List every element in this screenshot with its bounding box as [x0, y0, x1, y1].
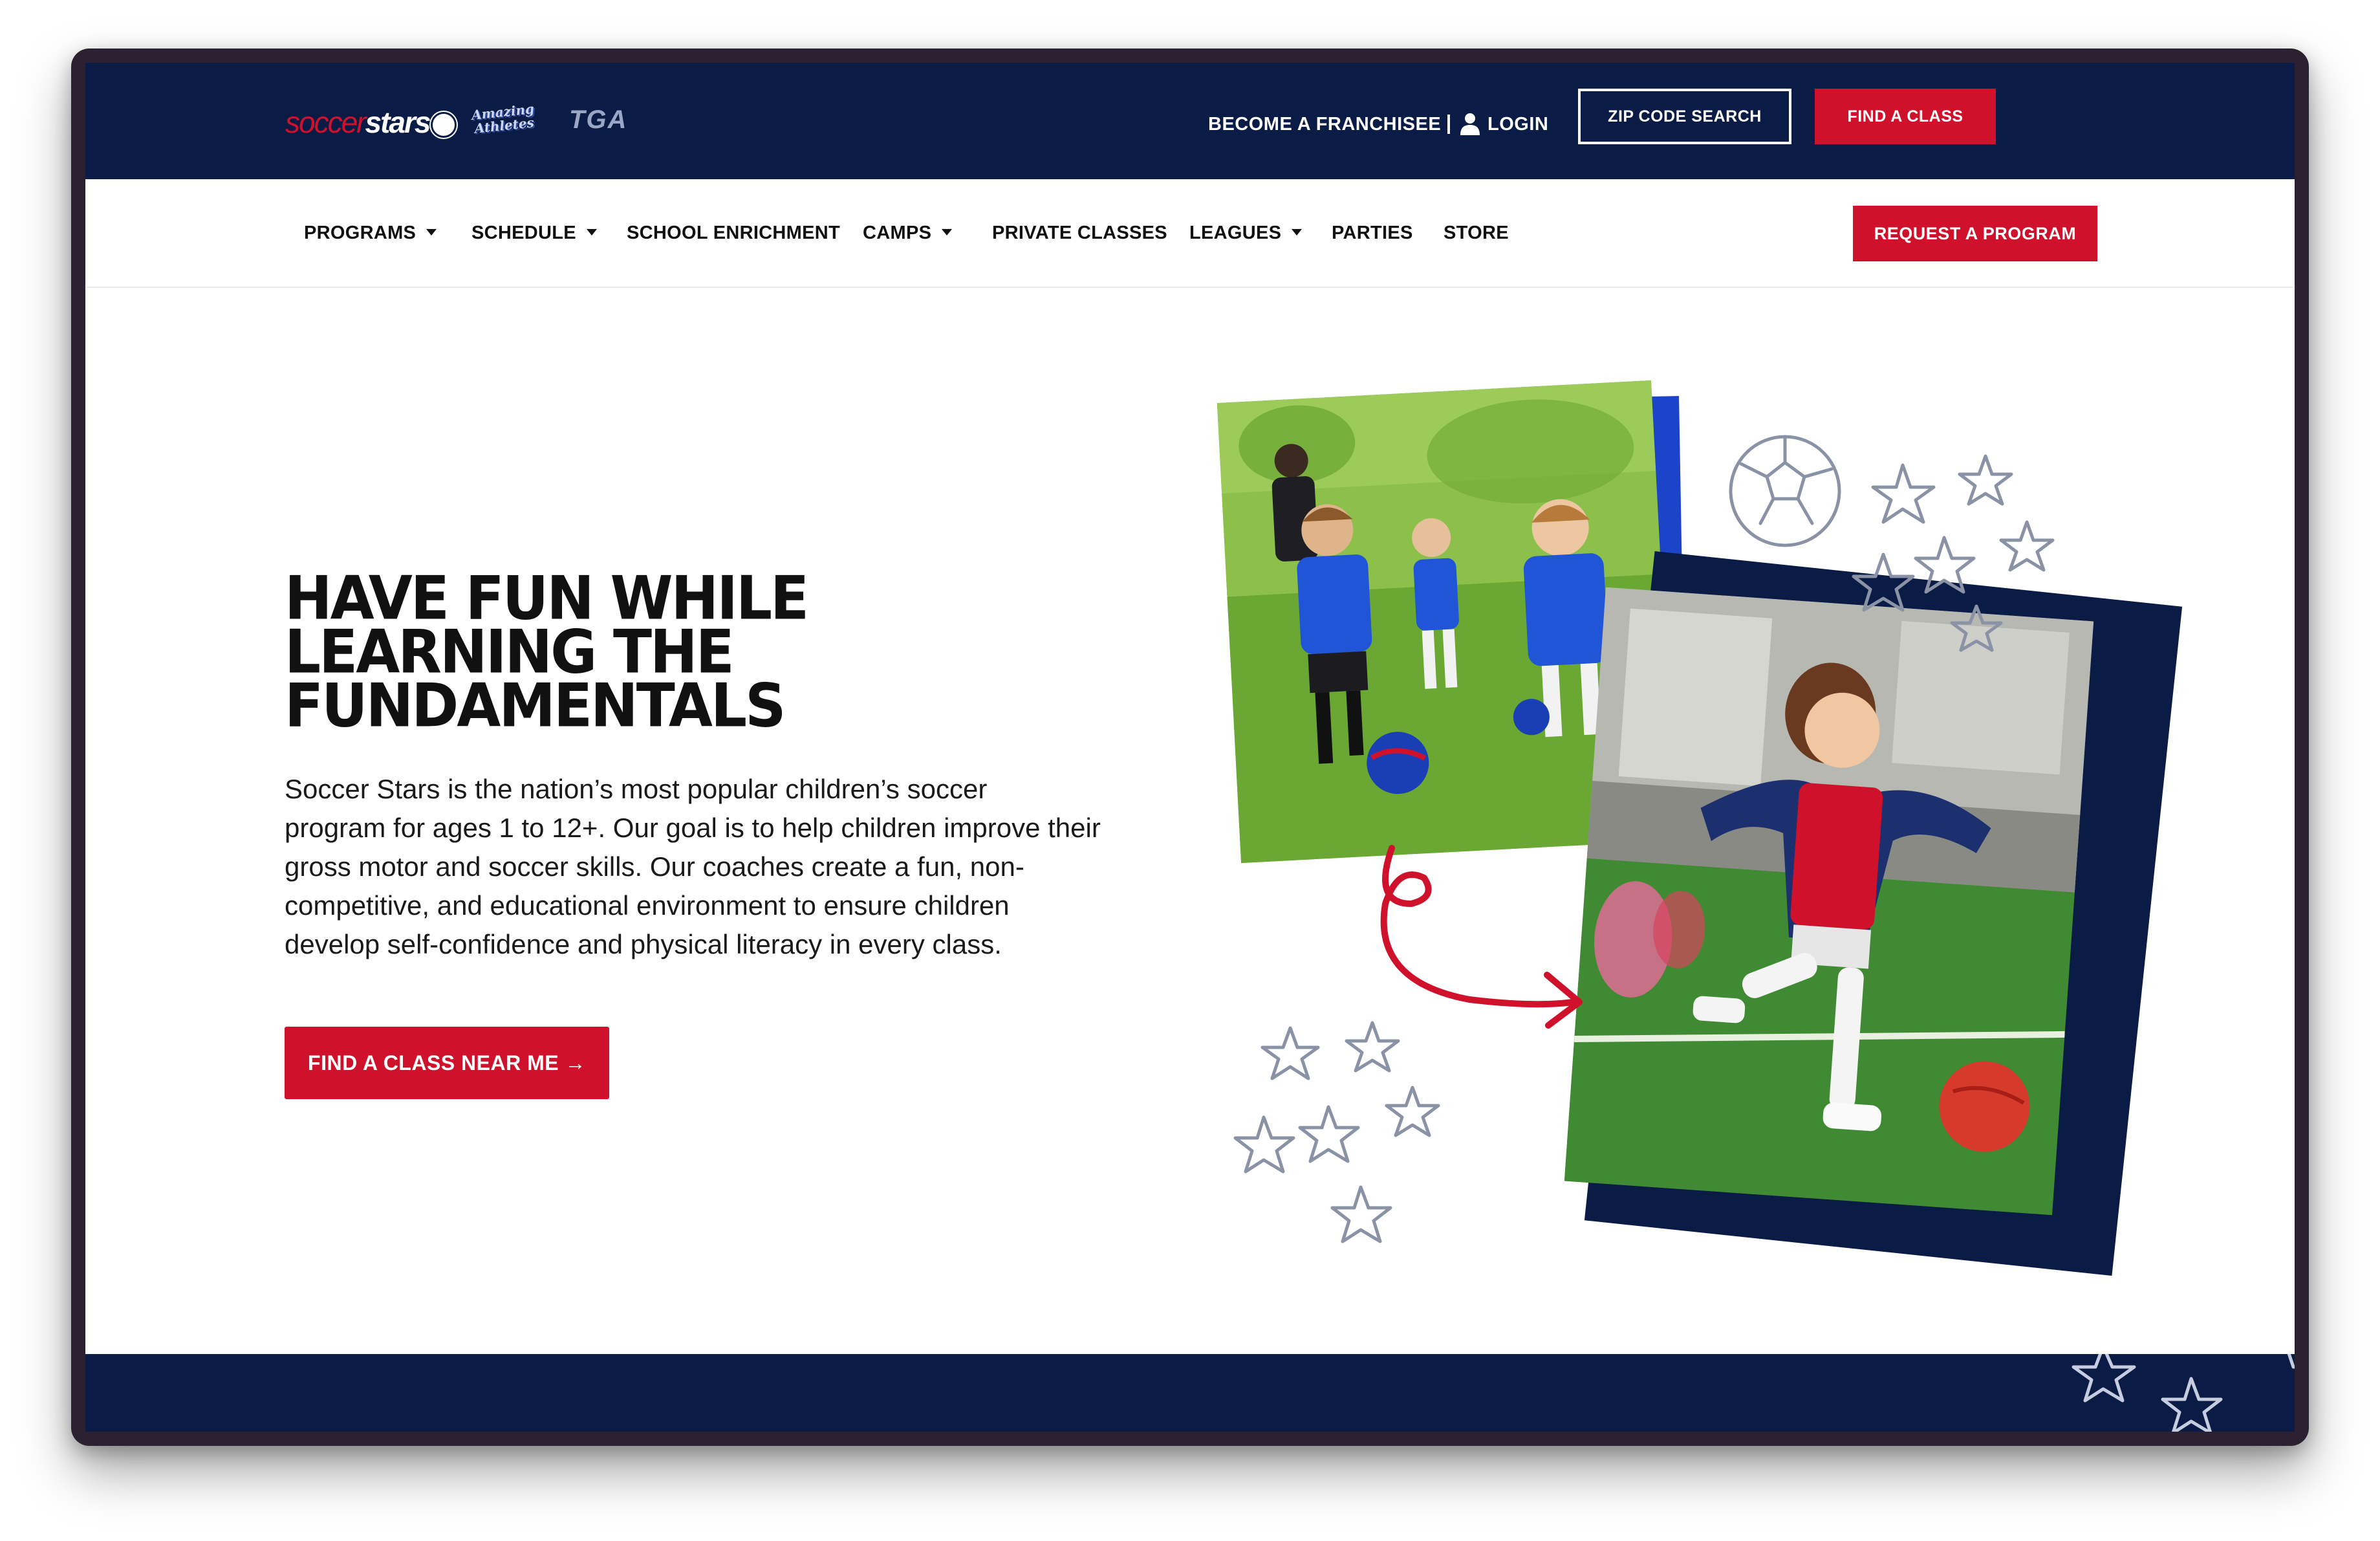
nav-item-label: LEAGUES: [1189, 223, 1282, 243]
footer-star-doodles: [2072, 1344, 2295, 1432]
browser-viewport: soccerstars Amazing Athletes TGA BECOME …: [85, 63, 2295, 1432]
logo-text-soccer: soccer: [285, 105, 366, 139]
chevron-down-icon: [1292, 229, 1303, 236]
star-doodle-icon: [1999, 520, 2055, 572]
girl-soccer-illustration: [1564, 587, 2094, 1216]
soccer-stars-logo[interactable]: soccerstars: [285, 105, 457, 144]
find-class-near-me-button[interactable]: FIND A CLASS NEAR ME →: [285, 1027, 609, 1099]
nav-item-programs[interactable]: PROGRAMS: [304, 179, 437, 287]
description-line: program for ages 1 to 12+. Our goal is t…: [285, 813, 1101, 843]
nav-item-leagues[interactable]: LEAGUES: [1189, 179, 1303, 287]
chevron-down-icon: [942, 229, 953, 236]
soccer-ball-doodle-icon: [1729, 435, 1841, 547]
logo-ball-icon: [431, 111, 457, 138]
chevron-down-icon: [586, 229, 597, 236]
top-link-divider: [1447, 115, 1450, 134]
nav-item-schedule[interactable]: SCHEDULE: [471, 179, 597, 287]
amazing-athletes-logo[interactable]: Amazing Athletes: [467, 101, 541, 141]
footer-band: [85, 1344, 2295, 1432]
nav-item-private-classes[interactable]: PRIVATE CLASSES: [992, 179, 1167, 287]
nav-item-parties[interactable]: PARTIES: [1332, 179, 1413, 287]
headline-line: FUNDAMENTALS: [285, 670, 786, 741]
tga-logo[interactable]: TGA: [569, 105, 627, 138]
nav-item-label: CAMPS: [863, 223, 932, 243]
hero-headline: HAVE FUN WHILE LEARNING THE FUNDAMENTALS: [285, 568, 996, 741]
hero-description: Soccer Stars is the nation’s most popula…: [285, 770, 1177, 964]
description-line: develop self-confidence and physical lit…: [285, 929, 1002, 959]
login-link[interactable]: LOGIN: [1488, 108, 1548, 140]
chevron-down-icon: [426, 229, 437, 236]
logo-text-stars: stars: [365, 105, 431, 139]
nav-item-school-enrichment[interactable]: SCHOOL ENRICHMENT: [627, 179, 840, 287]
nav-item-label: PARTIES: [1332, 223, 1413, 243]
description-line: gross motor and soccer skills. Our coach…: [285, 851, 1024, 882]
user-icon: [1460, 113, 1480, 135]
nav-item-camps[interactable]: CAMPS: [863, 179, 953, 287]
description-line: competitive, and educational environment…: [285, 890, 1010, 921]
nav-item-label: PRIVATE CLASSES: [992, 223, 1167, 243]
top-bar: soccerstars Amazing Athletes TGA BECOME …: [85, 63, 2295, 179]
star-doodle-icon: [1260, 1026, 1320, 1080]
star-doodle-icon: [1233, 1115, 1295, 1174]
become-franchisee-link[interactable]: BECOME A FRANCHISEE: [1208, 108, 1441, 140]
zip-code-search-button[interactable]: ZIP CODE SEARCH: [1578, 89, 1791, 144]
star-doodle-icon: [1958, 454, 2013, 506]
description-line: Soccer Stars is the nation’s most popula…: [285, 774, 988, 804]
star-doodle-icon: [1385, 1086, 1440, 1137]
nav-item-label: PROGRAMS: [304, 223, 416, 243]
star-doodle-icon: [1345, 1021, 1400, 1073]
curly-arrow-icon: [1380, 845, 1583, 1029]
nav-item-label: SCHEDULE: [471, 223, 576, 243]
nav-item-label: SCHOOL ENRICHMENT: [627, 223, 841, 243]
girl-soccer-photo: [1564, 587, 2094, 1216]
find-a-class-button[interactable]: FIND A CLASS: [1815, 89, 1996, 144]
nav-item-store[interactable]: STORE: [1444, 179, 1509, 287]
request-a-program-button[interactable]: REQUEST A PROGRAM: [1853, 206, 2097, 261]
star-doodle-icon: [1330, 1185, 1392, 1243]
nav-item-label: STORE: [1444, 223, 1509, 243]
star-doodle-icon: [1871, 463, 1936, 524]
star-doodle-icon: [1298, 1105, 1360, 1163]
